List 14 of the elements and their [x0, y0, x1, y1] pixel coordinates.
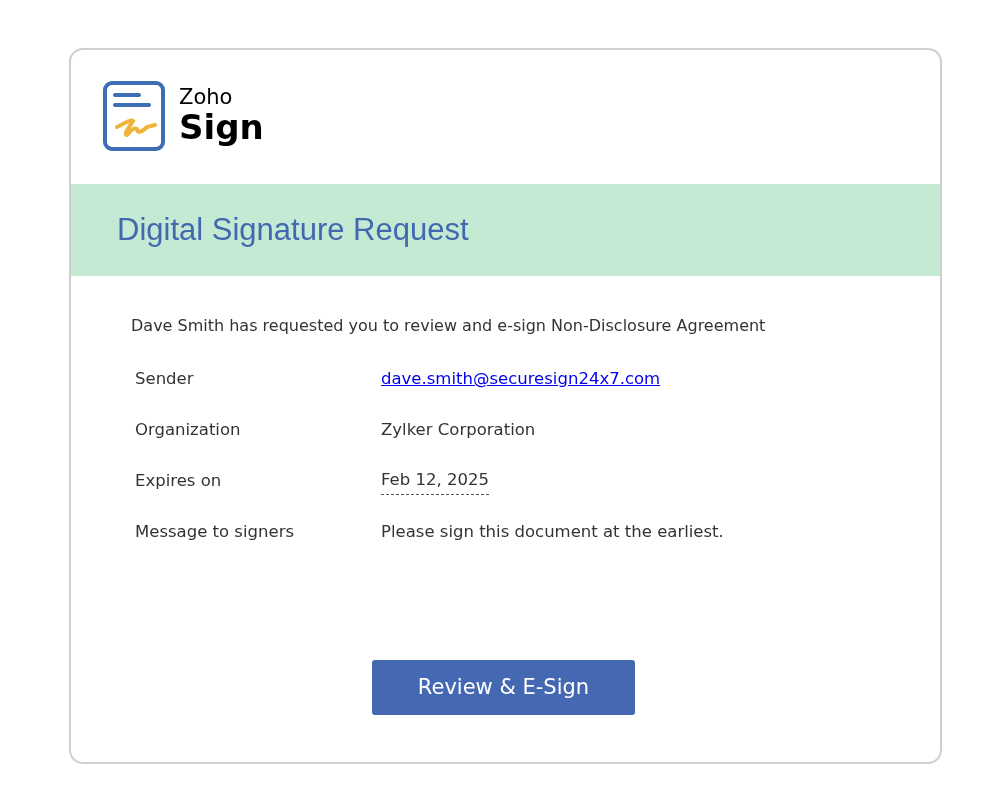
- logo-text: Zoho: [179, 87, 234, 108]
- detail-value: Please sign this document at the earliest.: [381, 521, 724, 544]
- review-sign-button[interactable]: Review & E-Sign: [372, 660, 635, 715]
- detail-label: Sender: [135, 368, 194, 391]
- detail-label: Message to signers: [135, 521, 294, 544]
- detail-value: Zylker Corporation: [381, 419, 536, 442]
- banner-title: Digital Signature Request: [117, 210, 469, 249]
- detail-label: Organization: [135, 419, 241, 442]
- logo-text: Sign: [179, 110, 264, 144]
- request-message: Dave Smith has requested you to review and e-sign Non-Disclosure Agreement: [131, 315, 767, 337]
- email-link[interactable]: dave.smith@securesign24x7.com: [381, 367, 661, 392]
- logo-icon: [103, 81, 165, 151]
- detail-value: Feb 12, 2025: [381, 468, 489, 495]
- detail-label: Expires on: [135, 470, 222, 493]
